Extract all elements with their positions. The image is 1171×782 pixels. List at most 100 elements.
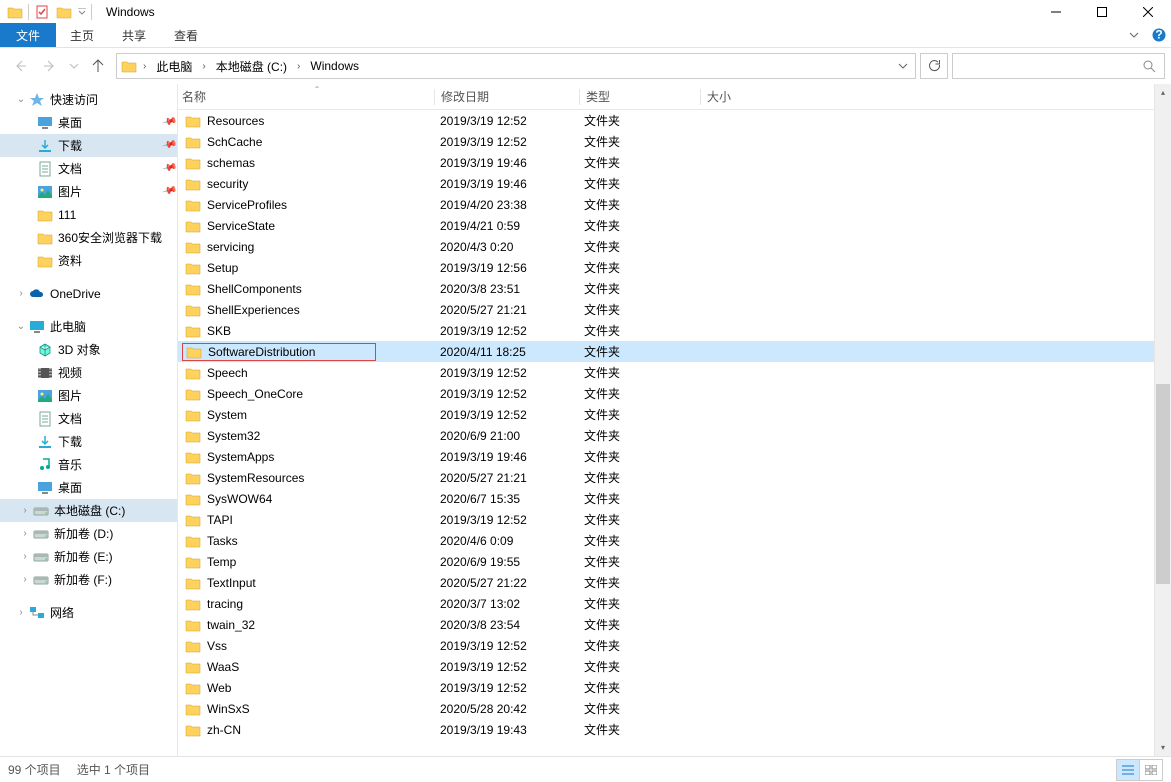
file-row[interactable]: servicing 2020/4/3 0:20 文件夹 [178,236,1154,257]
chevron-right-icon[interactable]: › [14,288,28,299]
file-row[interactable]: Web 2019/3/19 12:52 文件夹 [178,677,1154,698]
up-button[interactable] [84,52,112,80]
file-row[interactable]: SystemResources 2020/5/27 21:21 文件夹 [178,467,1154,488]
file-row[interactable]: ServiceState 2019/4/21 0:59 文件夹 [178,215,1154,236]
ribbon-tab-home[interactable]: 主页 [56,23,108,47]
sidebar-thispc-item[interactable]: 3D 对象 [0,338,177,361]
file-row[interactable]: Speech_OneCore 2019/3/19 12:52 文件夹 [178,383,1154,404]
file-row[interactable]: SchCache 2019/3/19 12:52 文件夹 [178,131,1154,152]
tree-quickaccess[interactable]: ⌄ 快速访问 [0,88,177,111]
sidebar-quickaccess-item[interactable]: 图片 📌 [0,180,177,203]
qat-customize-icon[interactable] [75,1,89,23]
tree-network[interactable]: › 网络 [0,601,177,624]
vertical-scrollbar[interactable]: ▴ ▾ [1154,84,1171,756]
file-row[interactable]: SystemApps 2019/3/19 19:46 文件夹 [178,446,1154,467]
qat-newfolder-icon[interactable] [53,1,75,23]
file-row[interactable]: WinSxS 2020/5/28 20:42 文件夹 [178,698,1154,719]
sidebar-quickaccess-item[interactable]: 下载 📌 [0,134,177,157]
file-row[interactable]: Temp 2020/6/9 19:55 文件夹 [178,551,1154,572]
breadcrumb-item[interactable]: 本地磁盘 (C:) [210,58,293,75]
chevron-down-icon[interactable]: ⌄ [14,94,28,105]
file-row[interactable]: WaaS 2019/3/19 12:52 文件夹 [178,656,1154,677]
scroll-down-icon[interactable]: ▾ [1155,739,1171,756]
sidebar-thispc-item[interactable]: 下载 [0,430,177,453]
file-row[interactable]: ShellExperiences 2020/5/27 21:21 文件夹 [178,299,1154,320]
column-header-size[interactable]: 大小 [701,84,801,109]
file-row[interactable]: Tasks 2020/4/6 0:09 文件夹 [178,530,1154,551]
chevron-right-icon[interactable]: › [18,551,32,562]
file-row[interactable]: SoftwareDistribution 2020/4/11 18:25 文件夹 [178,341,1154,362]
tree-onedrive[interactable]: › OneDrive [0,282,177,305]
column-header-date[interactable]: 修改日期 [435,84,579,109]
sidebar-thispc-item[interactable]: 音乐 [0,453,177,476]
search-input[interactable] [952,53,1165,79]
file-row[interactable]: Setup 2019/3/19 12:56 文件夹 [178,257,1154,278]
sidebar-quickaccess-item[interactable]: 桌面 📌 [0,111,177,134]
file-row[interactable]: SKB 2019/3/19 12:52 文件夹 [178,320,1154,341]
sidebar-quickaccess-item[interactable]: 111 [0,203,177,226]
ribbon-tab-share[interactable]: 共享 [108,23,160,47]
sidebar-thispc-item[interactable]: › 新加卷 (F:) [0,568,177,591]
sidebar-thispc-item[interactable]: › 本地磁盘 (C:) [0,499,177,522]
scroll-up-icon[interactable]: ▴ [1155,84,1171,101]
file-row[interactable]: TextInput 2020/5/27 21:22 文件夹 [178,572,1154,593]
file-row[interactable]: ShellComponents 2020/3/8 23:51 文件夹 [178,278,1154,299]
file-row[interactable]: security 2019/3/19 19:46 文件夹 [178,173,1154,194]
sidebar-thispc-item[interactable]: 视频 [0,361,177,384]
column-header-type[interactable]: 类型 [580,84,700,109]
address-bar[interactable]: › 此电脑 › 本地磁盘 (C:) › Windows [116,53,916,79]
breadcrumb-item[interactable]: 此电脑 [150,58,198,75]
file-row[interactable]: ServiceProfiles 2019/4/20 23:38 文件夹 [178,194,1154,215]
file-row[interactable]: zh-CN 2019/3/19 19:43 文件夹 [178,719,1154,740]
close-button[interactable] [1125,0,1171,23]
view-details-button[interactable] [1116,759,1140,781]
chevron-right-icon[interactable]: › [18,574,32,585]
file-row[interactable]: schemas 2019/3/19 19:46 文件夹 [178,152,1154,173]
back-button[interactable] [6,52,34,80]
ribbon-expand-icon[interactable] [1127,23,1147,47]
refresh-button[interactable] [920,53,948,79]
maximize-button[interactable] [1079,0,1125,23]
breadcrumb-item[interactable]: Windows [304,59,365,73]
scroll-thumb[interactable] [1156,384,1170,584]
chevron-right-icon[interactable]: › [14,607,28,618]
file-row[interactable]: SysWOW64 2020/6/7 15:35 文件夹 [178,488,1154,509]
file-row[interactable]: tracing 2020/3/7 13:02 文件夹 [178,593,1154,614]
forward-button[interactable] [36,52,64,80]
help-icon[interactable]: ? [1147,23,1171,47]
file-name: Resources [207,114,264,128]
chevron-right-icon[interactable]: › [139,61,150,72]
sidebar-thispc-item[interactable]: 桌面 [0,476,177,499]
minimize-button[interactable] [1033,0,1079,23]
chevron-right-icon[interactable]: › [293,61,304,72]
file-row[interactable]: twain_32 2020/3/8 23:54 文件夹 [178,614,1154,635]
file-row[interactable]: TAPI 2019/3/19 12:52 文件夹 [178,509,1154,530]
file-row[interactable]: Resources 2019/3/19 12:52 文件夹 [178,110,1154,131]
tree-thispc[interactable]: ⌄ 此电脑 [0,315,177,338]
chevron-right-icon[interactable]: › [18,505,32,516]
sidebar-thispc-item[interactable]: 图片 [0,384,177,407]
column-header-name[interactable]: 名称 ⌃ [178,84,434,109]
ribbon: 文件 主页 共享 查看 ? [0,23,1171,48]
ribbon-tab-file[interactable]: 文件 [0,23,56,47]
sidebar-quickaccess-item[interactable]: 资料 [0,249,177,272]
sidebar-thispc-item[interactable]: › 新加卷 (E:) [0,545,177,568]
chevron-down-icon[interactable]: ⌄ [14,321,28,332]
address-history-dropdown[interactable] [893,61,913,71]
sidebar-thispc-item[interactable]: › 新加卷 (D:) [0,522,177,545]
qat-properties-icon[interactable] [31,1,53,23]
file-date: 2019/3/19 19:43 [440,723,527,737]
sidebar-quickaccess-item[interactable]: 文档 📌 [0,157,177,180]
file-name: SKB [207,324,231,338]
ribbon-tab-view[interactable]: 查看 [160,23,212,47]
sidebar-thispc-item[interactable]: 文档 [0,407,177,430]
sidebar-quickaccess-item[interactable]: 360安全浏览器下载 [0,226,177,249]
view-icons-button[interactable] [1139,759,1163,781]
file-row[interactable]: Vss 2019/3/19 12:52 文件夹 [178,635,1154,656]
file-row[interactable]: System 2019/3/19 12:52 文件夹 [178,404,1154,425]
chevron-right-icon[interactable]: › [198,61,209,72]
chevron-right-icon[interactable]: › [18,528,32,539]
file-row[interactable]: Speech 2019/3/19 12:52 文件夹 [178,362,1154,383]
recent-button[interactable] [66,52,82,80]
file-row[interactable]: System32 2020/6/9 21:00 文件夹 [178,425,1154,446]
